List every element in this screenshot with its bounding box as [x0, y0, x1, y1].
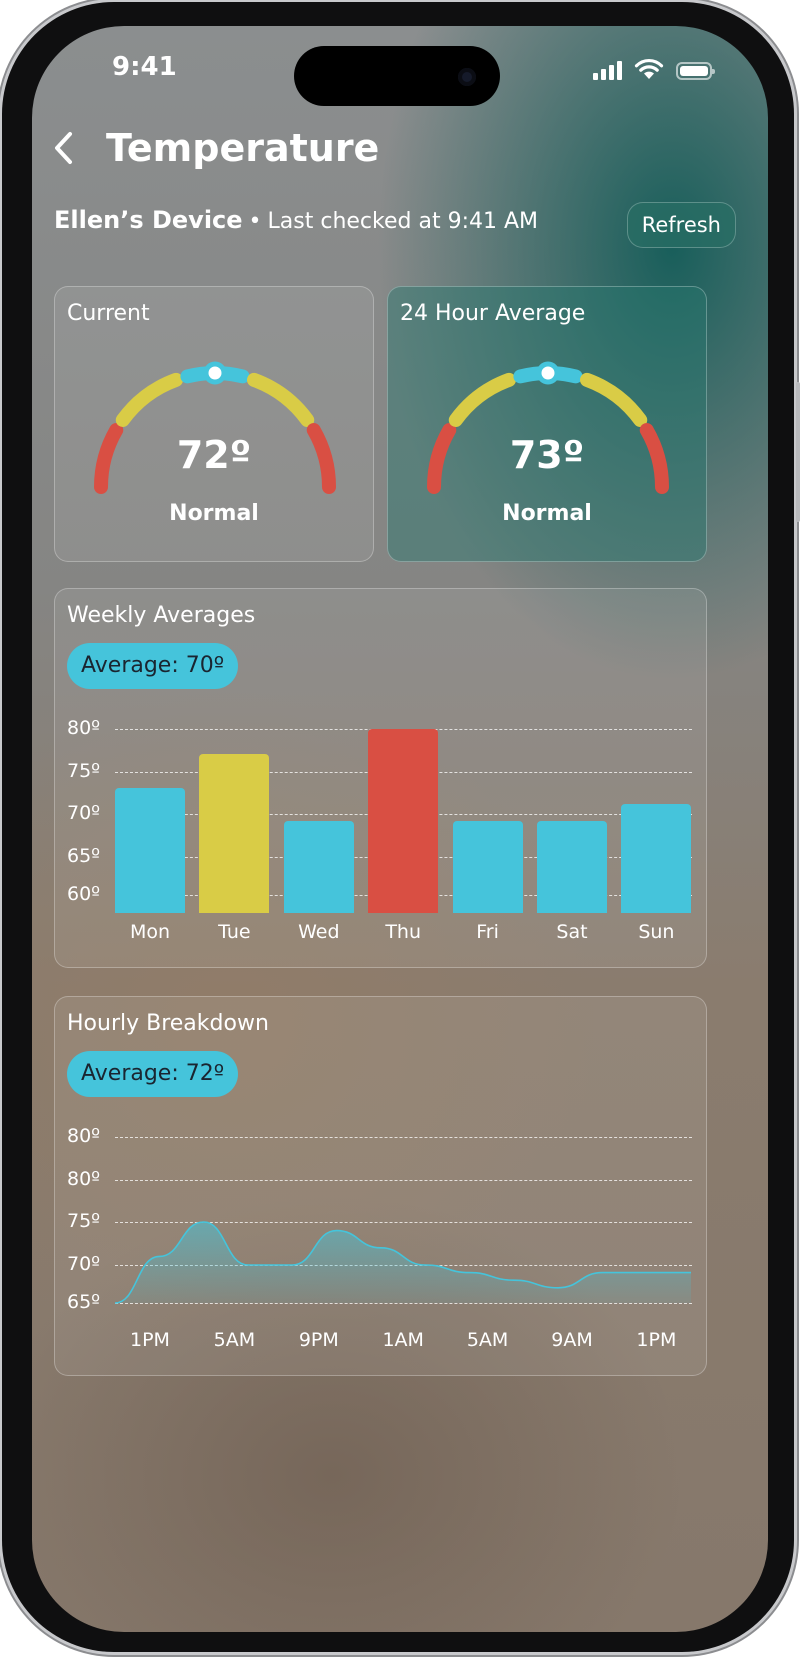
hourly-area-chart [114, 1221, 691, 1304]
card-title: Weekly Averages [67, 603, 256, 628]
last-checked-text: Last checked at 9:41 AM [267, 209, 538, 234]
gauge-status: Normal [502, 501, 592, 526]
x-tick-label: 5AM [466, 1329, 509, 1351]
bar-mon [115, 787, 185, 913]
device-name: Ellen’s Device [54, 206, 243, 234]
x-tick-label: 9PM [298, 1329, 339, 1351]
gauge-value: 73º [509, 433, 585, 477]
gauge-warm-segment [115, 372, 184, 427]
gauge-label: Current [67, 301, 150, 326]
gauge-warm-segment [579, 372, 648, 427]
y-tick-label: 60º [67, 883, 101, 905]
gauge-warm-segment [246, 372, 315, 427]
refresh-button[interactable]: Refresh [626, 202, 736, 248]
x-tick-label: 1PM [130, 1329, 170, 1351]
x-tick-label: Thu [385, 921, 422, 943]
device-info: Ellen’s Device • Last checked at 9:41 AM [54, 206, 538, 234]
bar-wed [283, 821, 354, 913]
x-tick-label: Mon [129, 921, 171, 943]
gauge-indicator [203, 361, 227, 385]
x-tick-label: Sat [556, 921, 588, 943]
home-indicator [284, 1608, 516, 1616]
average-badge: Average: 70º [67, 643, 239, 689]
weekly-averages-card: Weekly Averages Average: 70º 80º 75º 70º… [54, 588, 707, 968]
x-tick-label: Fri [476, 921, 499, 943]
header: Temperature [52, 126, 379, 170]
y-tick-label: 75º [67, 760, 101, 782]
dynamic-island [294, 46, 500, 106]
bar-sat [537, 821, 607, 913]
gauge-indicator [536, 361, 560, 385]
bar-thu [368, 729, 439, 913]
cellular-signal-icon [593, 61, 622, 80]
wifi-icon [634, 58, 664, 79]
x-tick-label: Tue [218, 921, 251, 943]
x-tick-label: 9AM [551, 1329, 593, 1351]
bar-fri [452, 821, 523, 913]
x-tick-label: 5AM [213, 1329, 256, 1351]
x-tick-label: 1AM [382, 1329, 424, 1351]
gauge-label: 24 Hour Average [400, 301, 586, 326]
gauge-status: Normal [169, 501, 259, 526]
phone-frame: 9:41 Temperature Ellen’s Device • Last c… [2, 2, 800, 1652]
camera-icon [458, 68, 476, 86]
x-tick-label: Sun [638, 921, 675, 943]
y-tick-label: 80º [67, 717, 101, 739]
y-tick-label: 65º [67, 845, 101, 867]
y-tick-label: 70º [67, 802, 101, 824]
screen: 9:41 Temperature Ellen’s Device • Last c… [32, 26, 768, 1632]
hourly-breakdown-card: Hourly Breakdown Average: 72º 80º 80º 75… [54, 996, 707, 1376]
chevron-left-icon [55, 132, 72, 164]
gauge-warm-segment [448, 372, 517, 427]
side-button [796, 382, 800, 522]
bar-tue [199, 754, 270, 913]
battery-icon [676, 62, 715, 80]
average-temp-card: 24 Hour Average 73º Normal [387, 286, 707, 562]
status-time: 9:41 [112, 52, 177, 82]
gauge-value: 72º [176, 433, 252, 477]
page-title: Temperature [106, 126, 380, 170]
current-temp-card: Current 72º Normal [54, 286, 374, 562]
back-button[interactable] [52, 128, 80, 168]
x-tick-label: 1PM [636, 1329, 677, 1351]
separator-dot: • [248, 209, 262, 234]
bar-sun [621, 804, 692, 913]
status-icons [593, 58, 715, 80]
area-fill [115, 1222, 691, 1303]
x-tick-label: Wed [298, 921, 340, 943]
